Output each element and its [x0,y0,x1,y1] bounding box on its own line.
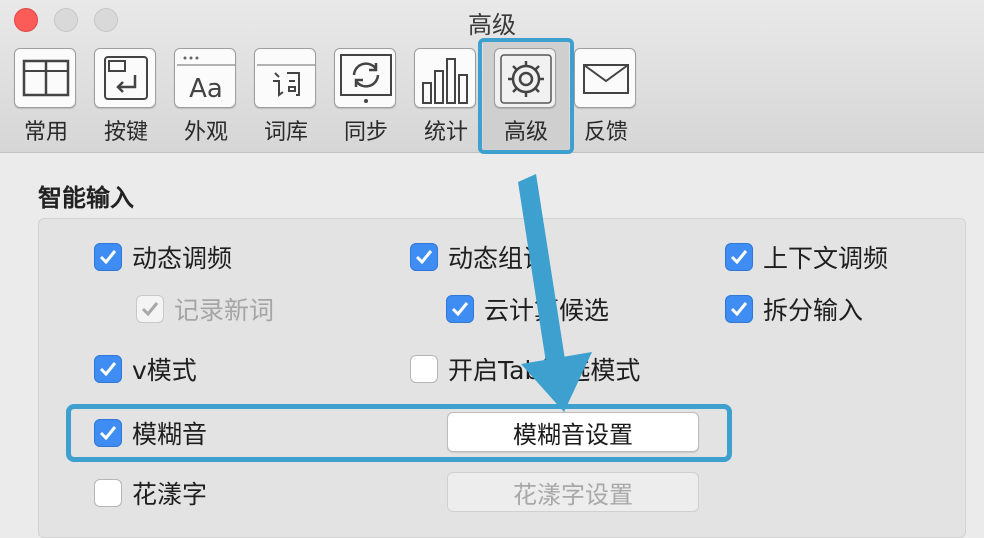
checkbox-checked[interactable] [94,355,122,383]
sync-icon [334,48,396,108]
checkbox-unchecked[interactable] [94,479,122,507]
statistics-icon [414,48,476,108]
option-label: 花漾字 [132,480,208,509]
tab-keys[interactable]: 按键 [90,46,162,146]
window-toolbar: 高级 常用 按键 Aa 外观 词库 同步 统计 高级 反馈 [0,0,984,154]
option-cloud-candidates[interactable]: 云计算候选 [446,294,610,325]
fuzzy-row-annotation [66,404,732,462]
checkmark-icon [415,250,433,265]
option-context-freq[interactable]: 上下文调频 [725,242,889,273]
tab-label: 统计 [423,120,468,145]
checkbox-checked[interactable] [94,243,122,271]
tab-label: 按键 [103,120,148,145]
tab-statistics[interactable]: 统计 [410,46,482,146]
selected-tab-annotation [478,38,574,154]
tab-label: 同步 [343,120,388,145]
option-split-input[interactable]: 拆分输入 [725,294,864,325]
checkbox-checked[interactable] [725,295,753,323]
tab-label: 外观 [183,120,228,145]
option-fancy-chars[interactable]: 花漾字 [94,478,208,509]
checkmark-icon [99,362,117,377]
option-label: 上下文调频 [763,244,889,273]
checkmark-icon [730,250,748,265]
window-title: 高级 [468,11,516,39]
keyboard-return-icon [94,48,156,108]
tab-feedback[interactable]: 反馈 [570,46,642,146]
option-label: 动态调频 [132,244,233,273]
tab-label: 常用 [23,120,68,145]
option-label: 开启Tab筛选模式 [448,356,641,385]
envelope-icon [574,48,636,108]
checkmark-icon [730,302,748,317]
tab-general[interactable]: 常用 [10,46,82,146]
checkbox-unchecked[interactable] [410,355,438,383]
tab-label: 词库 [263,120,308,145]
appearance-aa-icon: Aa [174,48,236,108]
option-label: 记录新词 [174,296,275,325]
option-label: 云计算候选 [484,296,610,325]
checkmark-icon [141,302,159,317]
option-dynamic-phrase[interactable]: 动态组词 [410,242,549,273]
section-title: 智能输入 [38,184,134,212]
option-dynamic-freq[interactable]: 动态调频 [94,242,233,273]
checkbox-checked[interactable] [725,243,753,271]
option-v-mode[interactable]: v模式 [94,354,197,385]
tab-label: 反馈 [583,120,628,145]
option-label: v模式 [132,356,197,385]
svg-text:Aa: Aa [189,74,223,104]
option-tab-mode[interactable]: 开启Tab筛选模式 [410,354,641,385]
tab-appearance[interactable]: Aa 外观 [170,46,242,146]
checkmark-icon [451,302,469,317]
dictionary-icon [254,48,316,108]
option-label: 拆分输入 [763,296,864,325]
option-label: 动态组词 [448,244,549,273]
checkbox-checked[interactable] [410,243,438,271]
general-layout-icon [14,48,76,108]
checkbox-checked[interactable] [446,295,474,323]
checkmark-icon [99,250,117,265]
tab-dictionary[interactable]: 词库 [250,46,322,146]
tab-sync[interactable]: 同步 [330,46,402,146]
checkbox-disabled [136,295,164,323]
fancy-settings-button: 花漾字设置 [447,472,699,512]
option-record-new-words: 记录新词 [136,294,275,325]
